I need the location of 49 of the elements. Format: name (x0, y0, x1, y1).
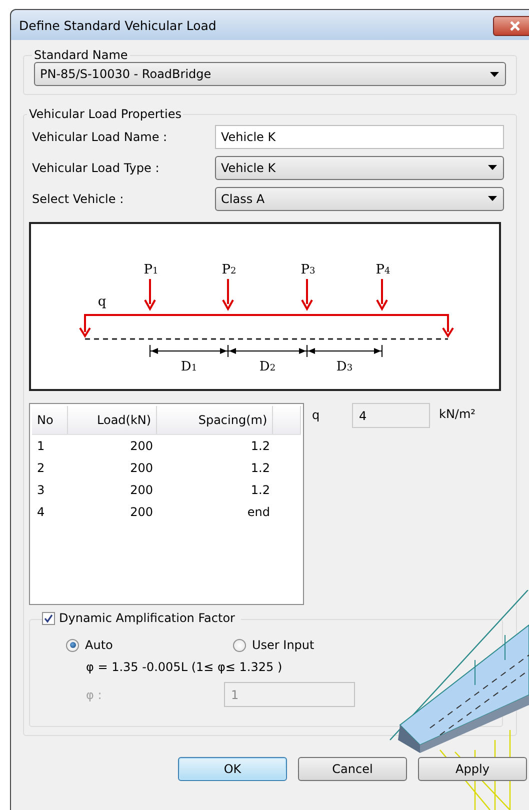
table-cell-text: 200 (129, 439, 154, 453)
load-arrow (222, 279, 234, 312)
close-button[interactable] (493, 16, 529, 36)
load-arrow (144, 279, 156, 312)
input-field[interactable]: Vehicle K (215, 124, 504, 148)
radio-label: Auto (85, 638, 113, 652)
dropdown[interactable]: Vehicle K (215, 156, 504, 180)
column-header[interactable]: Load(kN) (68, 406, 158, 434)
checkbox-label: Dynamic Amplification Factor (59, 611, 235, 625)
column-header[interactable]: No (32, 406, 68, 434)
close-icon (510, 21, 520, 31)
field-label: q (312, 407, 321, 422)
dialog-button[interactable]: OK (178, 757, 287, 781)
group-label: Vehicular Load Properties (28, 107, 182, 121)
table-cell-text: 1.2 (250, 439, 271, 453)
table-cell-text: 200 (129, 505, 154, 519)
table-cell-text: 3 (36, 483, 46, 497)
caret-icon (488, 196, 497, 201)
column-header[interactable]: Spacing(m) (157, 406, 274, 434)
table-cell-text: 200 (129, 483, 154, 497)
table-cell-text: 200 (129, 461, 154, 475)
formula-text: φ = 1.35 -0.005L (1≤ φ≤ 1.325 ) (86, 660, 284, 674)
caret-icon (490, 72, 499, 76)
field-label: Select Vehicle : (31, 192, 125, 206)
radio-label: User Input (252, 638, 314, 652)
load-arrow (301, 279, 313, 312)
table-cell-text: 1.2 (250, 461, 271, 475)
window-title: Define Standard Vehicular Load (19, 18, 216, 32)
caret-icon (488, 165, 497, 170)
group-label: Standard Name (33, 48, 129, 62)
table-cell-text: 1.2 (250, 483, 271, 497)
table-cell-text: 1 (36, 439, 46, 453)
field-label: Vehicular Load Name : (31, 130, 168, 144)
table-cell-text: 4 (36, 505, 46, 519)
standard-name-dropdown[interactable]: PN-85/S-10030 - RoadBridge (34, 62, 506, 86)
unit-label: kN/m² (439, 406, 476, 421)
field-label: Vehicular Load Type : (31, 160, 160, 174)
diagram-label: q (98, 296, 106, 308)
load-arrow (376, 279, 388, 312)
table-cell-text: end (246, 505, 271, 519)
dropdown[interactable]: Class A (215, 186, 504, 210)
dialog-button[interactable]: Cancel (298, 757, 407, 781)
dialog-button[interactable]: Apply (418, 757, 527, 781)
field-label: φ : (86, 688, 103, 702)
table-cell-text: 2 (36, 461, 46, 475)
checkbox[interactable] (42, 612, 55, 624)
radio-button[interactable] (66, 638, 79, 652)
radio-button[interactable] (233, 638, 246, 652)
input-field[interactable]: 4 (352, 403, 430, 428)
